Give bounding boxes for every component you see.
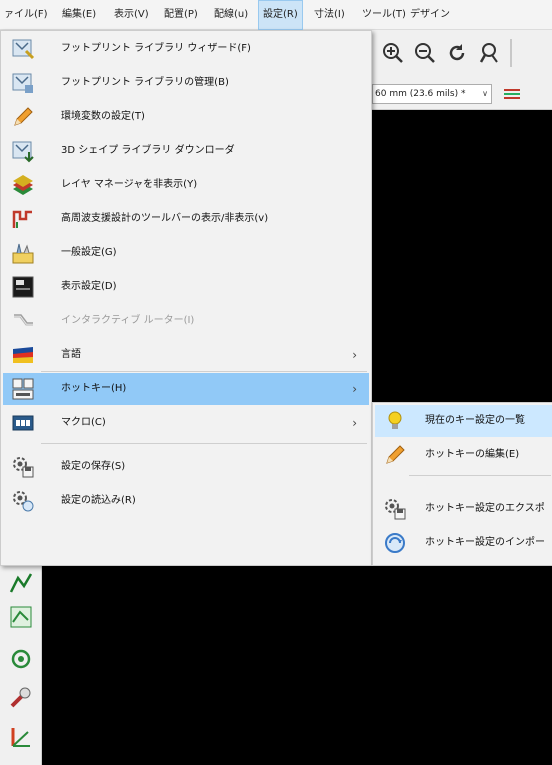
menu-file[interactable]: ァイル(F)	[0, 0, 52, 30]
layer-manager-icon	[11, 173, 35, 197]
hotkey-submenu: 現在のキー設定の一覧 ホットキーの編集(E) ホットキー設定のエクスポ ホットキ…	[372, 402, 552, 566]
import-hotkeys-icon	[383, 531, 407, 555]
menu-item-label: 高周波支援設計のツールバーの表示/非表示(v)	[61, 213, 269, 224]
route-track-icon[interactable]	[8, 570, 34, 596]
footprint-wizard-icon	[11, 37, 35, 61]
menu-item-3d-downloader[interactable]: 3D シェイプ ライブラリ ダウンローダ	[3, 135, 369, 167]
measure-icon[interactable]	[8, 724, 34, 750]
menu-item-label: フットプリント ライブラリ ウィザード(F)	[61, 43, 251, 54]
left-toolbar	[0, 566, 42, 765]
menu-item-interactive-router[interactable]: インタラクティブ ルーター(I)	[3, 305, 369, 337]
menu-item-env-vars[interactable]: 環境変数の設定(T)	[3, 101, 369, 133]
chevron-right-icon: ›	[352, 416, 357, 430]
menu-route[interactable]: 配線(u)	[210, 0, 252, 30]
display-settings-icon	[11, 275, 35, 299]
menu-item-label: 3D シェイプ ライブラリ ダウンローダ	[61, 145, 235, 156]
menu-place[interactable]: 配置(P)	[160, 0, 202, 30]
submenu-item-import-hotkeys[interactable]: ホットキー設定のインポー	[375, 527, 552, 559]
menu-item-general-settings[interactable]: 一般設定(G)	[3, 237, 369, 269]
inspect-icon[interactable]	[8, 684, 34, 710]
menu-separator	[41, 371, 367, 372]
grid-select[interactable]: 60 mm (23.6 mils) * ∨	[372, 84, 492, 104]
menu-item-label: 一般設定(G)	[61, 247, 117, 258]
track-width-icon[interactable]	[502, 86, 522, 102]
menu-dimensions[interactable]: 寸法(I)	[310, 0, 349, 30]
menu-item-hotkeys[interactable]: ホットキー(H) ›	[3, 373, 369, 405]
chevron-right-icon: ›	[352, 348, 357, 362]
lightbulb-icon	[383, 409, 407, 433]
redraw-icon[interactable]	[444, 40, 470, 66]
menu-item-label: 言語	[61, 349, 81, 360]
main-toolbar	[370, 30, 552, 78]
submenu-item-export-hotkeys[interactable]: ホットキー設定のエクスポ	[375, 493, 552, 525]
3d-download-icon	[11, 139, 35, 163]
menu-item-rf-toolbar[interactable]: 高周波支援設計のツールバーの表示/非表示(v)	[3, 203, 369, 235]
pencil-icon	[11, 105, 35, 129]
menu-item-label: ホットキー(H)	[61, 383, 127, 394]
submenu-item-edit-hotkeys[interactable]: ホットキーの編集(E)	[375, 439, 552, 471]
language-flag-icon	[11, 343, 35, 367]
submenu-item-label: 現在のキー設定の一覧	[425, 415, 525, 426]
menu-item-label: 環境変数の設定(T)	[61, 111, 145, 122]
menu-item-macros[interactable]: マクロ(C) ›	[3, 407, 369, 439]
zoom-in-icon[interactable]	[380, 40, 406, 66]
chevron-down-icon: ∨	[482, 89, 488, 98]
chevron-right-icon: ›	[352, 382, 357, 396]
menu-item-label: マクロ(C)	[61, 417, 106, 428]
menu-item-label: 設定の保存(S)	[61, 461, 126, 472]
route-diff-pair-icon[interactable]	[8, 604, 34, 630]
menu-item-load-settings[interactable]: 設定の読込み(R)	[3, 485, 369, 517]
general-settings-icon	[11, 241, 35, 265]
menu-item-label: フットプリント ライブラリの管理(B)	[61, 77, 229, 88]
menu-view[interactable]: 表示(V)	[110, 0, 153, 30]
menu-item-footprint-library-manager[interactable]: フットプリント ライブラリの管理(B)	[3, 67, 369, 99]
menu-settings[interactable]: 設定(R)	[258, 0, 303, 30]
menu-item-language[interactable]: 言語 ›	[3, 339, 369, 371]
export-hotkeys-icon	[383, 497, 407, 521]
toolbar-divider	[510, 39, 512, 67]
menu-item-save-settings[interactable]: 設定の保存(S)	[3, 451, 369, 483]
add-via-icon[interactable]	[8, 646, 34, 672]
menu-item-footprint-wizard[interactable]: フットプリント ライブラリ ウィザード(F)	[3, 33, 369, 65]
menu-separator	[409, 475, 551, 476]
footprint-library-icon	[11, 71, 35, 95]
menu-design[interactable]: デザイン	[406, 0, 454, 30]
interactive-router-icon	[11, 309, 35, 333]
menu-item-label: 表示設定(D)	[61, 281, 117, 292]
menu-edit[interactable]: 編集(E)	[58, 0, 100, 30]
save-settings-icon	[11, 455, 35, 479]
menu-tools[interactable]: ツール(T)	[358, 0, 410, 30]
hotkey-icon	[11, 377, 35, 401]
submenu-item-list-current-keys[interactable]: 現在のキー設定の一覧	[375, 405, 552, 437]
submenu-item-label: ホットキーの編集(E)	[425, 449, 520, 460]
submenu-item-label: ホットキー設定のエクスポ	[425, 503, 545, 514]
menubar: ァイル(F) 編集(E) 表示(V) 配置(P) 配線(u) 設定(R) 寸法(…	[0, 0, 552, 30]
macro-icon	[11, 411, 35, 435]
zoom-out-icon[interactable]	[412, 40, 438, 66]
menu-item-label: レイヤ マネージャを非表示(Y)	[61, 179, 198, 190]
zoom-fit-icon[interactable]	[476, 40, 502, 66]
load-settings-icon	[11, 489, 35, 513]
menu-separator	[41, 443, 367, 444]
menu-item-label: インタラクティブ ルーター(I)	[61, 315, 195, 326]
menu-item-layer-manager[interactable]: レイヤ マネージャを非表示(Y)	[3, 169, 369, 201]
aux-toolbar: 60 mm (23.6 mils) * ∨	[370, 78, 552, 110]
grid-select-value: 60 mm (23.6 mils) *	[375, 89, 466, 99]
settings-menu: フットプリント ライブラリ ウィザード(F) フットプリント ライブラリの管理(…	[0, 30, 372, 566]
pencil-icon	[383, 443, 407, 467]
submenu-item-label: ホットキー設定のインポー	[425, 537, 545, 548]
menu-item-display-settings[interactable]: 表示設定(D)	[3, 271, 369, 303]
rf-toolbar-icon	[11, 207, 35, 231]
menu-item-label: 設定の読込み(R)	[61, 495, 136, 506]
